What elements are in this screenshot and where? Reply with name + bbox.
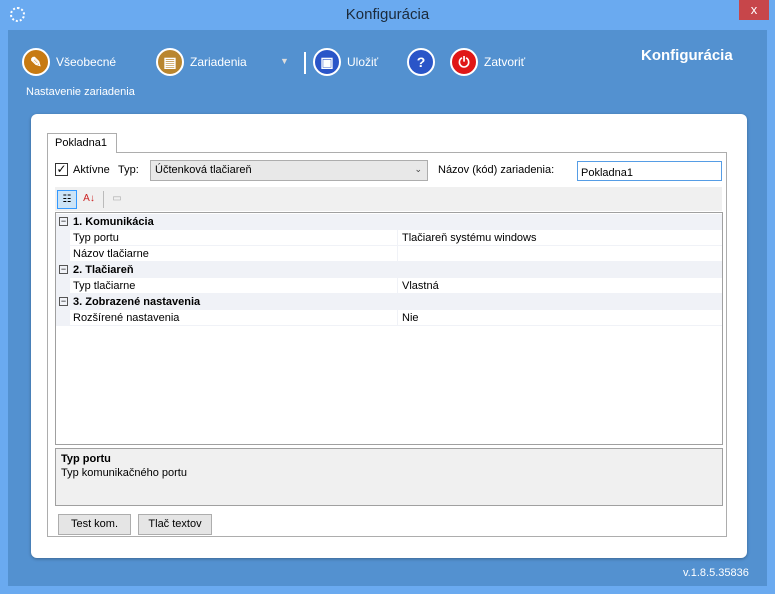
toolbar-zariadenia-button[interactable]: ▤ Zariadenia	[156, 48, 247, 76]
name-label: Názov (kód) zariadenia:	[438, 164, 555, 176]
collapse-icon[interactable]: −	[59, 297, 68, 306]
category-row[interactable]: −1. Komunikácia	[56, 214, 722, 230]
type-label: Typ:	[118, 164, 139, 176]
type-value: Účtenková tlačiareň	[155, 164, 252, 176]
property-name: Typ tlačiarne	[56, 278, 398, 294]
brand-title: Konfigurácia	[641, 47, 733, 64]
toolbar-label: Všeobecné	[56, 55, 117, 69]
property-row[interactable]: Názov tlačiarne	[56, 246, 722, 262]
wrench-icon: ✎	[22, 48, 50, 76]
category-label: 1. Komunikácia	[73, 216, 154, 228]
toolbar-separator	[304, 52, 306, 74]
chevron-down-icon: ⌄	[414, 164, 422, 174]
dropdown-arrow-icon[interactable]: ▼	[280, 56, 289, 66]
separator	[103, 191, 104, 208]
help-button[interactable]: ?	[407, 48, 441, 76]
print-text-button[interactable]: Tlač textov	[138, 514, 212, 535]
toolbar-vseobecne-button[interactable]: ✎ Všeobecné	[22, 48, 116, 76]
active-checkbox[interactable]: ✓	[55, 163, 68, 176]
property-value[interactable]: Tlačiareň systému windows	[402, 230, 537, 246]
test-kom-button[interactable]: Test kom.	[58, 514, 131, 535]
category-label: 3. Zobrazené nastavenia	[73, 296, 201, 308]
property-value[interactable]: Nie	[402, 310, 419, 326]
property-pages-icon[interactable]: ▭	[107, 190, 127, 209]
property-row[interactable]: Typ portu Tlačiareň systému windows	[56, 230, 722, 246]
type-select[interactable]: Účtenková tlačiareň ⌄	[150, 160, 428, 181]
property-name: Názov tlačiarne	[56, 246, 398, 262]
property-row[interactable]: Rozšírené nastavenia Nie	[56, 310, 722, 326]
property-name: Rozšírené nastavenia	[56, 310, 398, 326]
collapse-icon[interactable]: −	[59, 265, 68, 274]
save-icon: ▣	[313, 48, 341, 76]
toolbar-label: Zariadenia	[190, 55, 247, 69]
category-row[interactable]: −2. Tlačiareň	[56, 262, 722, 278]
toolbar-label: Uložiť	[347, 55, 379, 69]
title-bar: Konfigurácia x	[0, 0, 775, 30]
collapse-icon[interactable]: −	[59, 217, 68, 226]
category-label: 2. Tlačiareň	[73, 264, 134, 276]
description-title: Typ portu	[61, 453, 111, 465]
description-text: Typ komunikačného portu	[61, 467, 187, 479]
sort-az-icon[interactable]: A↓	[79, 190, 99, 209]
save-button[interactable]: ▣ Uložiť	[313, 48, 378, 76]
property-grid: −1. Komunikácia Typ portu Tlačiareň systé…	[55, 212, 723, 445]
active-label: Aktívne	[73, 164, 110, 176]
toolbar-label: Zatvoriť	[484, 55, 526, 69]
grid-toolbar: ☷ A↓ ▭	[55, 187, 722, 211]
help-icon: ?	[407, 48, 435, 76]
version-label: v.1.8.5.35836	[683, 567, 749, 579]
subtitle: Nastavenie zariadenia	[26, 86, 135, 98]
device-name-input[interactable]	[577, 161, 722, 181]
printer-icon: ▤	[156, 48, 184, 76]
property-name: Typ portu	[56, 230, 398, 246]
categorized-icon[interactable]: ☷	[57, 190, 77, 209]
power-icon: ⏻	[450, 48, 478, 76]
property-value[interactable]: Vlastná	[402, 278, 439, 294]
description-panel: Typ portu Typ komunikačného portu	[55, 448, 723, 506]
property-row[interactable]: Typ tlačiarne Vlastná	[56, 278, 722, 294]
close-app-button[interactable]: ⏻ Zatvoriť	[450, 48, 525, 76]
window-title: Konfigurácia	[345, 6, 430, 23]
close-button[interactable]: x	[739, 0, 769, 20]
tab-pokladna1[interactable]: Pokladna1	[47, 133, 117, 153]
category-row[interactable]: −3. Zobrazené nastavenia	[56, 294, 722, 310]
